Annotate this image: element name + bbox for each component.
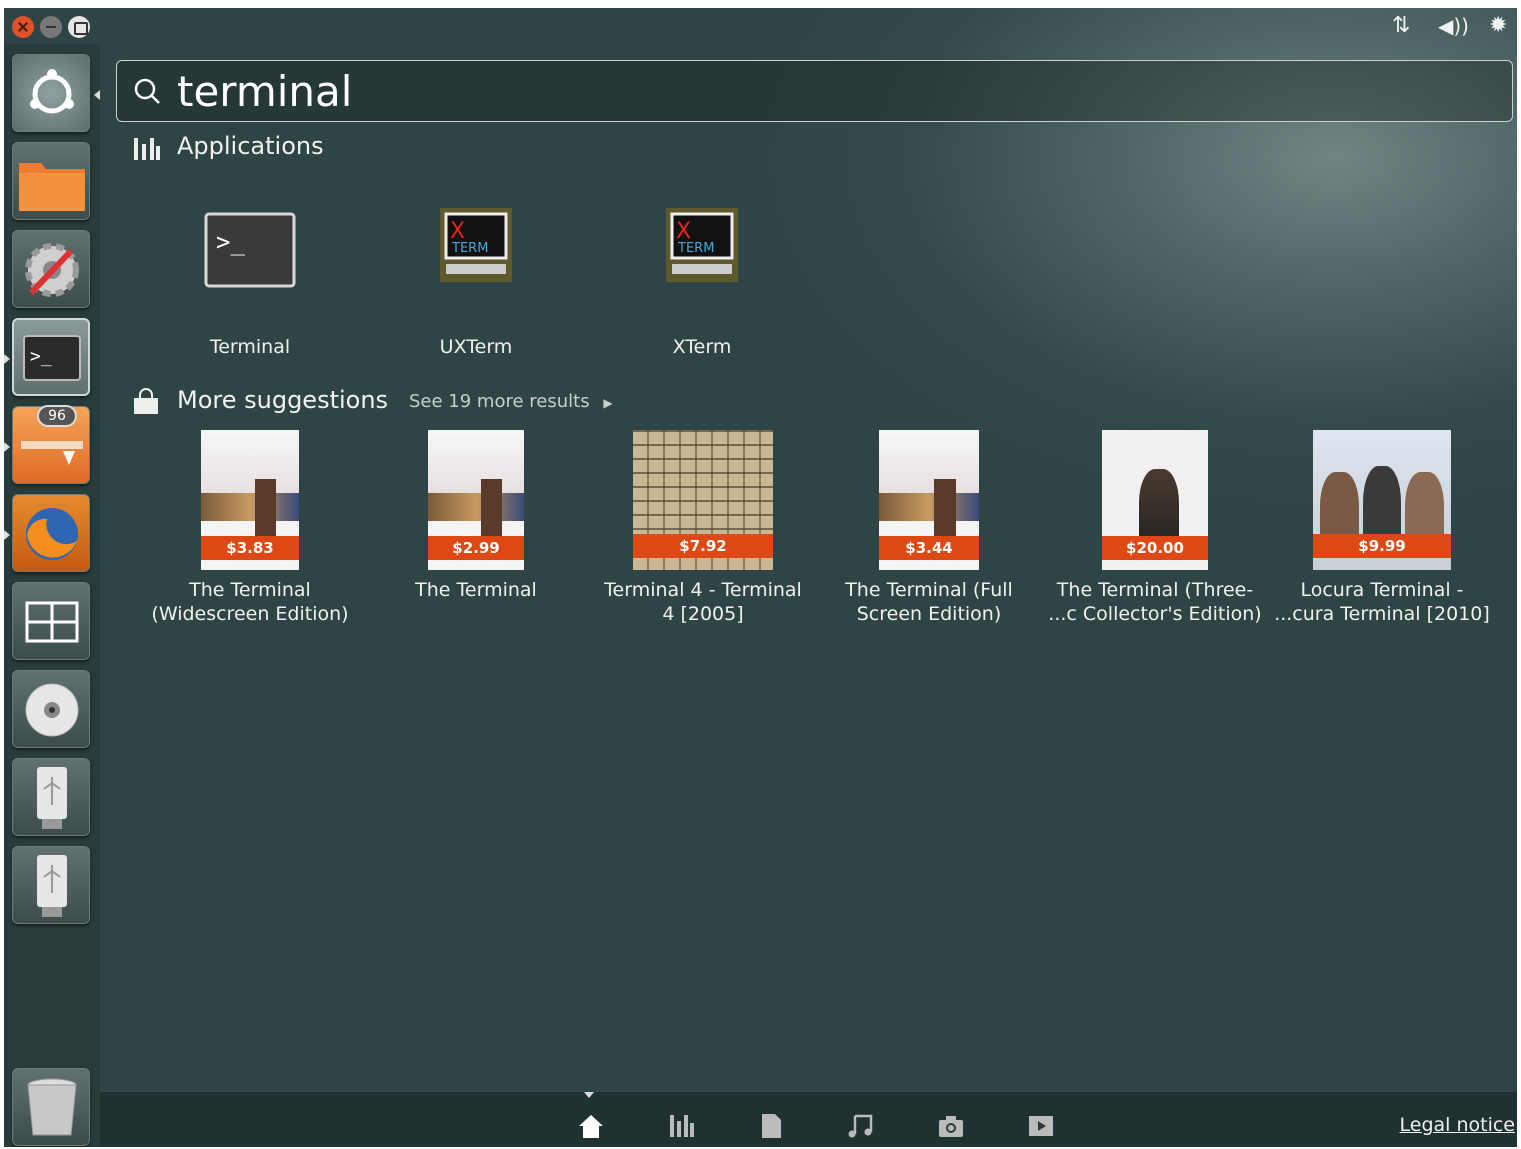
running-indicator <box>4 442 10 452</box>
suggestion-title-line2: Screen Edition) <box>856 603 1002 625</box>
photos-lens-icon[interactable] <box>937 1112 965 1140</box>
terminal-icon: >_ <box>23 335 81 381</box>
svg-text:TERM: TERM <box>677 241 714 256</box>
movie-cover-image: $3.44 <box>879 430 979 570</box>
home-lens-icon[interactable] <box>577 1112 605 1140</box>
launcher-system-settings[interactable] <box>12 230 90 308</box>
dash-window: ⇅ ◀)) ✹ >_ 96 terminal Applications >_ T… <box>4 8 1517 1147</box>
movie-cover-image: $3.83 <box>201 430 299 570</box>
suggestion-label: Terminal 4 - Terminal 4 [2005] <box>593 578 813 626</box>
launcher-software-updater[interactable]: 96 <box>12 405 90 484</box>
legal-notice-link[interactable]: Legal notice <box>1400 1114 1516 1136</box>
applications-lens-icon[interactable] <box>667 1112 695 1140</box>
price-badge: $7.92 <box>633 534 773 558</box>
music-lens-icon[interactable] <box>847 1112 875 1140</box>
launcher-usb-drive-2[interactable] <box>12 846 90 924</box>
minimize-button[interactable] <box>40 16 62 38</box>
shopping-bag-icon <box>134 388 158 414</box>
svg-text:>_: >_ <box>216 228 245 256</box>
trash-icon <box>27 1078 77 1136</box>
usb-drive-icon <box>37 855 67 917</box>
see-more-results-link[interactable]: See 19 more results ▶ <box>409 391 613 412</box>
price-badge: $2.99 <box>428 536 524 560</box>
svg-text:TERM: TERM <box>451 241 488 256</box>
usb-drive-icon <box>37 767 67 829</box>
app-label: UXTerm <box>439 336 513 358</box>
close-button[interactable] <box>12 16 34 38</box>
suggestion-title-line1: The Terminal (Three- <box>1056 579 1254 601</box>
app-label: XTerm <box>672 336 732 358</box>
suggestion-title-line2: ...c Collector's Edition) <box>1048 603 1262 625</box>
price-badge: $3.44 <box>879 536 979 560</box>
suggestion-label: The Terminal (Full Screen Edition) <box>819 578 1039 626</box>
search-input[interactable] <box>177 65 1477 117</box>
app-label: Terminal <box>209 336 291 358</box>
update-count-badge: 96 <box>37 405 77 427</box>
suggestion-title-line1: Terminal 4 - Terminal <box>604 579 802 601</box>
firefox-icon <box>26 508 78 560</box>
volume-icon[interactable]: ◀)) <box>1438 14 1469 38</box>
movie-cover-image: $20.00 <box>1102 430 1208 570</box>
active-lens-indicator-icon <box>584 1092 594 1098</box>
price-badge: $20.00 <box>1102 536 1208 560</box>
applications-heading: Applications <box>177 132 324 160</box>
launcher: >_ 96 <box>4 44 100 1147</box>
dash-home-button[interactable] <box>12 54 90 132</box>
album-cover-image: $9.99 <box>1313 430 1451 570</box>
running-indicator <box>4 530 10 540</box>
movie-cover-image: $2.99 <box>428 430 524 570</box>
files-lens-icon[interactable] <box>757 1112 785 1140</box>
suggestion-title-line1: Locura Terminal - <box>1300 579 1464 601</box>
network-icon[interactable]: ⇅ <box>1392 14 1410 38</box>
launcher-trash[interactable] <box>12 1068 90 1146</box>
ubuntu-logo-icon <box>30 69 74 114</box>
terminal-icon: >_ <box>204 212 296 288</box>
top-panel: ⇅ ◀)) ✹ <box>4 8 1517 44</box>
video-lens-icon[interactable] <box>1027 1112 1055 1140</box>
active-arrow-icon <box>94 90 100 100</box>
applications-lens-icon <box>134 138 160 160</box>
price-badge: $3.83 <box>201 536 299 560</box>
price-badge: $9.99 <box>1313 534 1451 558</box>
suggestion-title-line1: The Terminal (Full <box>845 579 1013 601</box>
running-indicator <box>4 354 10 364</box>
settings-tools-icon <box>25 243 79 297</box>
workspaces-icon <box>25 601 79 643</box>
suggestion-label: The Terminal (Widescreen Edition) <box>140 578 360 626</box>
search-box[interactable] <box>116 60 1513 122</box>
folder-icon <box>19 163 85 211</box>
suggestion-title-line2: ...cura Terminal [2010] <box>1274 603 1490 625</box>
more-suggestions-heading: More suggestions <box>177 386 389 414</box>
launcher-files[interactable] <box>12 142 90 220</box>
launcher-workspace-switcher[interactable] <box>12 582 90 660</box>
suggestion-label: Locura Terminal - ...cura Terminal [2010… <box>1272 578 1492 626</box>
movie-cover-image: $7.92 <box>633 430 773 570</box>
disc-icon <box>25 683 79 737</box>
launcher-usb-drive-1[interactable] <box>12 758 90 836</box>
launcher-firefox[interactable] <box>12 494 90 572</box>
suggestion-title-line2: (Widescreen Edition) <box>151 603 349 625</box>
suggestion-title-line1: The Terminal <box>189 579 311 601</box>
suggestion-title-line2: 4 [2005] <box>662 603 744 625</box>
search-icon <box>134 78 160 104</box>
launcher-cd-drive[interactable] <box>12 670 90 748</box>
see-more-label: See 19 more results <box>409 391 590 412</box>
lens-bar: Legal notice <box>100 1092 1517 1147</box>
chevron-right-icon: ▶ <box>603 396 613 410</box>
suggestion-label: The Terminal (Three- ...c Collector's Ed… <box>1045 578 1265 626</box>
xterm-icon: X TERM <box>440 208 512 282</box>
svg-text:>_: >_ <box>30 346 52 367</box>
launcher-terminal[interactable]: >_ <box>12 318 90 396</box>
suggestion-title-line1: The Terminal <box>415 579 537 601</box>
suggestion-label: The Terminal <box>366 578 586 602</box>
settings-gear-icon[interactable]: ✹ <box>1489 14 1507 38</box>
maximize-button[interactable] <box>68 16 90 38</box>
xterm-icon: X TERM <box>666 208 738 282</box>
